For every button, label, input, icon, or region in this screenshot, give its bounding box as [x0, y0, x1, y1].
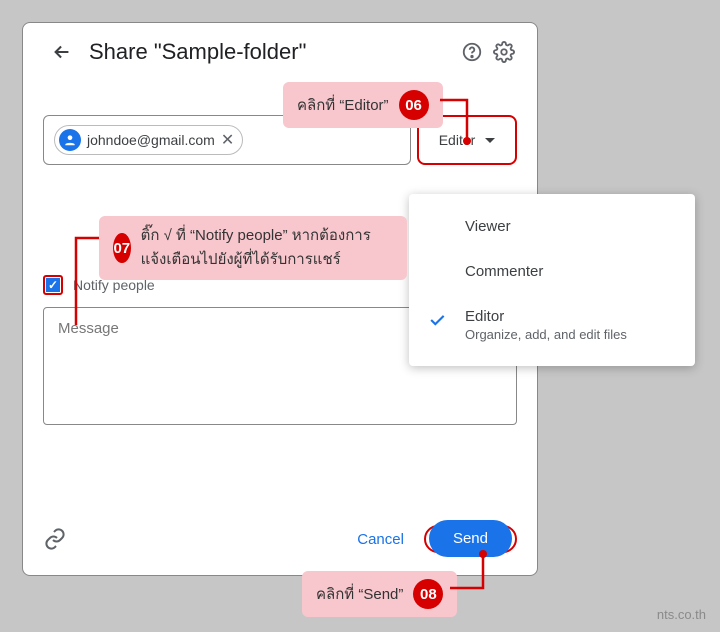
chip-remove-icon[interactable]: ✕ — [221, 130, 234, 150]
notify-checkbox[interactable]: ✓ — [43, 275, 63, 295]
send-button[interactable]: Send — [429, 520, 512, 557]
checkmark-icon: ✓ — [46, 278, 60, 292]
annotation-07: 07 ติ๊ก √ ที่ “Notify people” หากต้องการ… — [99, 216, 407, 280]
chip-email: johndoe@gmail.com — [87, 132, 215, 148]
role-option-viewer[interactable]: Viewer — [409, 204, 695, 249]
role-menu: Viewer Commenter Editor Organize, add, a… — [409, 194, 695, 366]
dialog-footer: Cancel Send — [43, 525, 517, 553]
annotation-06: คลิกที่ “Editor” 06 — [283, 82, 443, 128]
annotation-text: คลิกที่ “Editor” — [297, 93, 389, 117]
annotation-badge: 08 — [413, 579, 443, 609]
role-button-label: Editor — [439, 132, 476, 148]
checkmark-icon — [427, 310, 447, 334]
role-option-label: Viewer — [465, 218, 511, 235]
back-arrow-icon[interactable] — [49, 39, 75, 65]
settings-gear-icon[interactable] — [491, 39, 517, 65]
annotation-badge: 07 — [113, 233, 131, 263]
person-chip[interactable]: johndoe@gmail.com ✕ — [54, 125, 243, 155]
message-placeholder: Message — [58, 320, 119, 337]
annotation-badge: 06 — [399, 90, 429, 120]
role-option-sublabel: Organize, add, and edit files — [465, 327, 675, 342]
dialog-title: Share "Sample-folder" — [89, 39, 453, 65]
annotation-08: คลิกที่ “Send” 08 — [302, 571, 457, 617]
role-option-commenter[interactable]: Commenter — [409, 249, 695, 294]
annotation-text: คลิกที่ “Send” — [316, 582, 403, 606]
role-option-label: Editor — [465, 308, 504, 325]
people-row: johndoe@gmail.com ✕ Editor — [43, 115, 517, 165]
avatar-icon — [59, 129, 81, 151]
role-option-label: Commenter — [465, 263, 543, 280]
cancel-button[interactable]: Cancel — [357, 531, 404, 548]
dialog-header: Share "Sample-folder" — [23, 23, 537, 73]
annotation-text: ติ๊ก √ ที่ “Notify people” หากต้องการแจ้… — [141, 224, 393, 272]
watermark: nts.co.th — [657, 607, 706, 622]
help-icon[interactable] — [459, 39, 485, 65]
chevron-down-icon — [485, 138, 495, 143]
send-button-highlight: Send — [424, 525, 517, 553]
role-option-editor[interactable]: Editor Organize, add, and edit files — [409, 294, 695, 356]
copy-link-icon[interactable] — [43, 527, 67, 551]
